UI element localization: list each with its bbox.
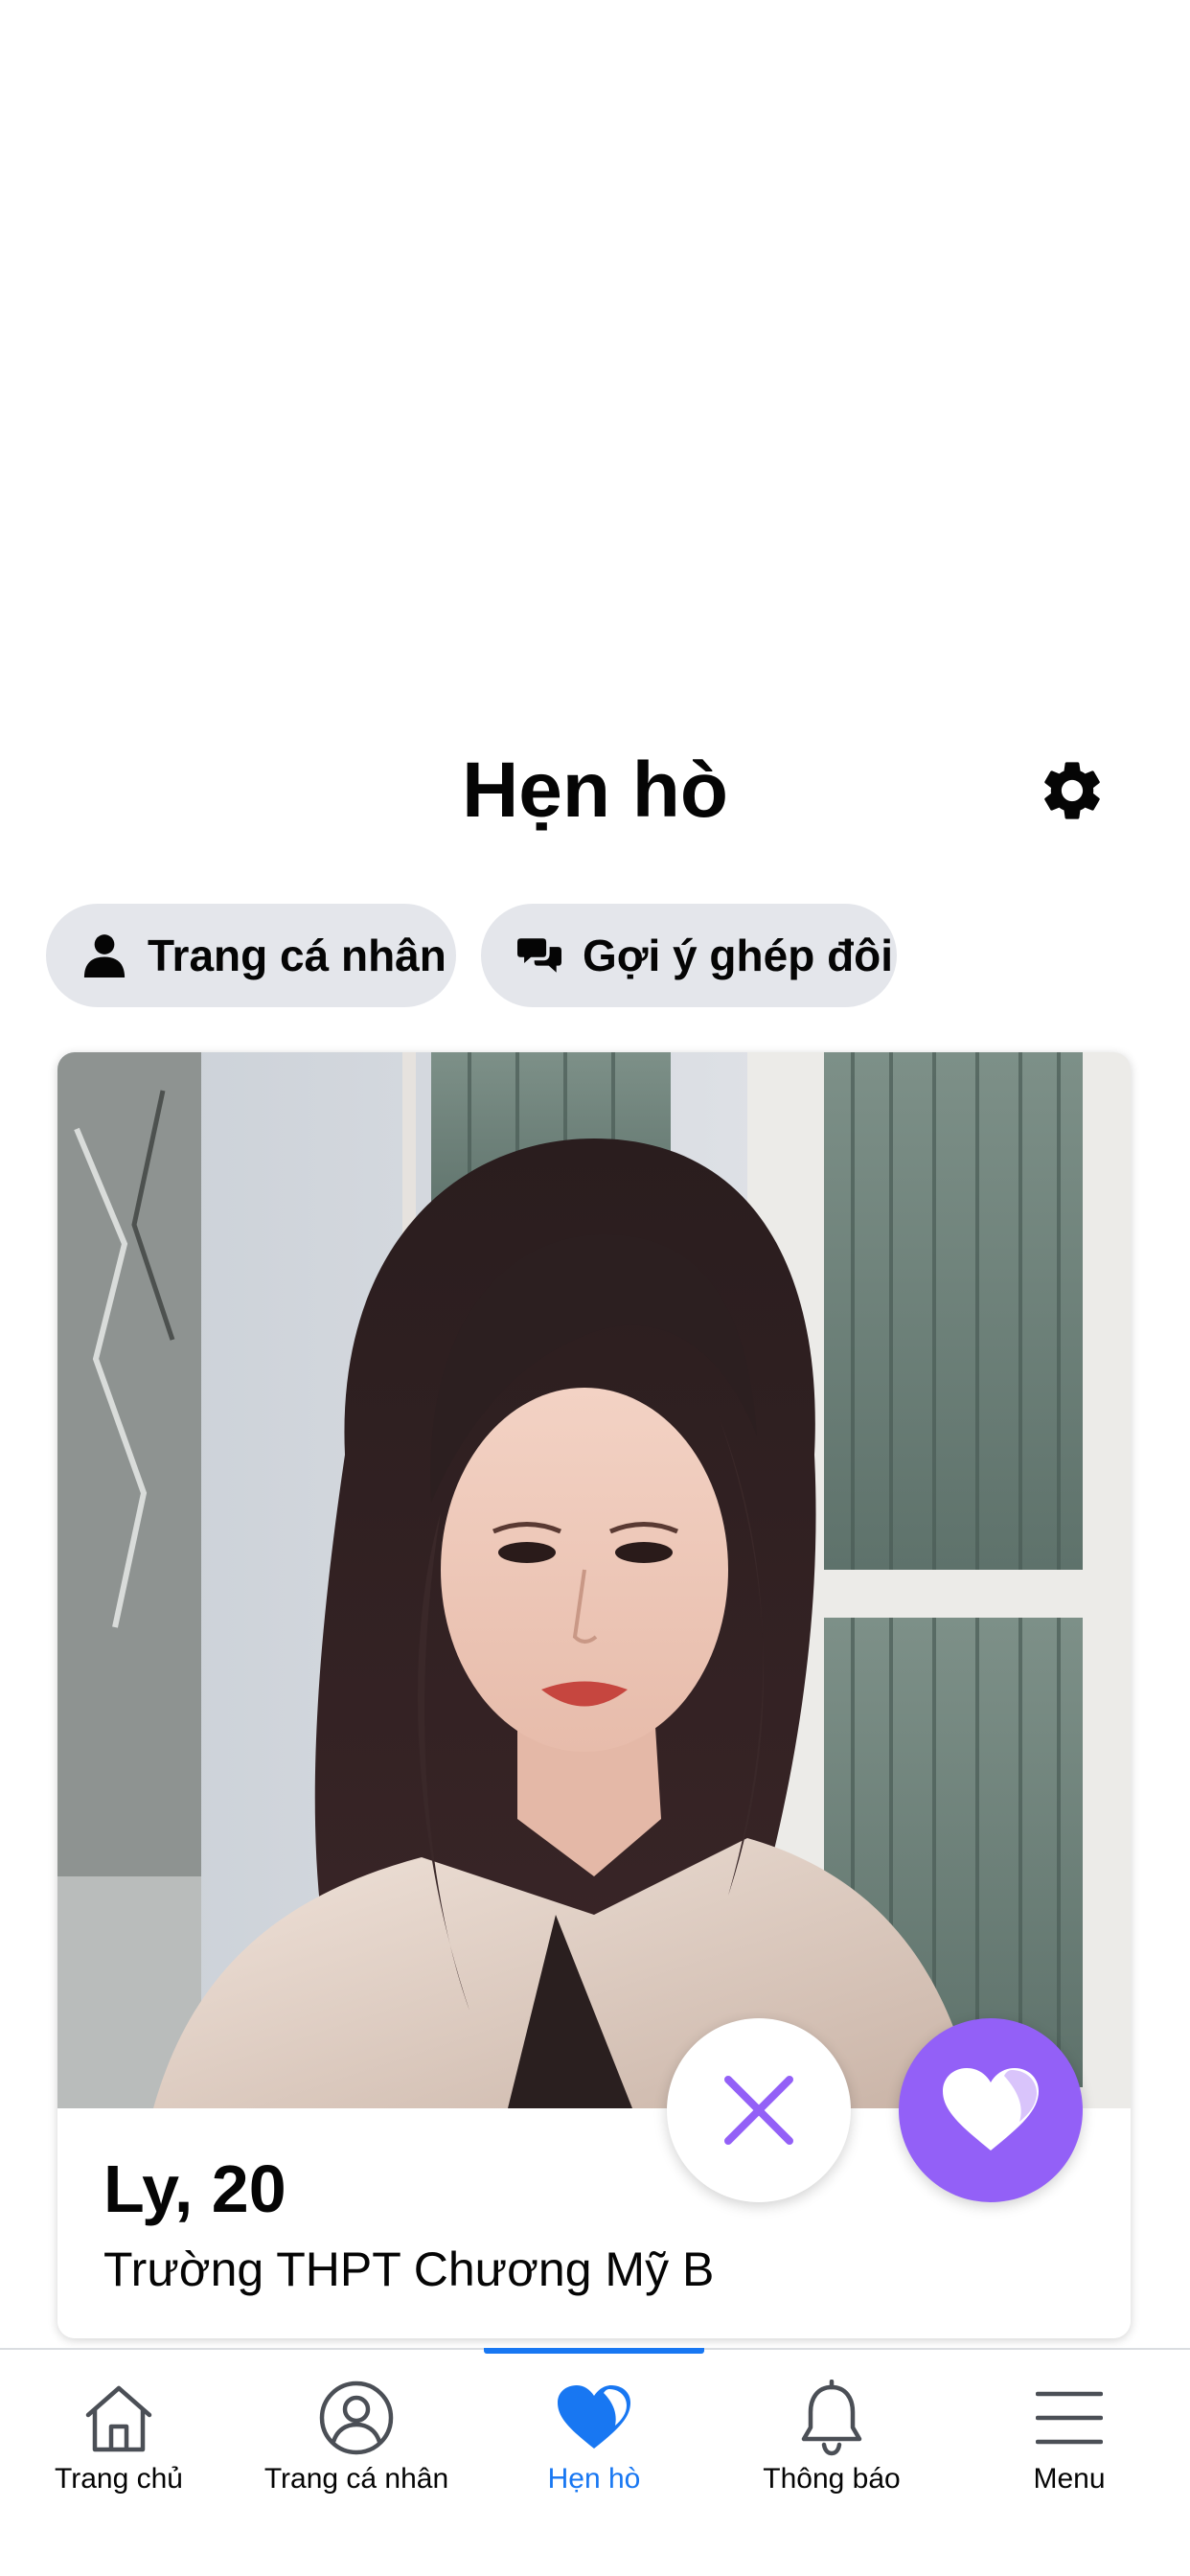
profile-pill-label: Trang cá nhân: [148, 931, 446, 980]
pass-button[interactable]: [667, 2018, 851, 2202]
home-icon: [71, 2375, 167, 2461]
dating-heart-icon: [546, 2375, 642, 2461]
person-icon: [82, 933, 126, 978]
nav-item-menu[interactable]: Menu: [950, 2350, 1188, 2542]
profile-photo: [57, 1052, 1131, 2108]
close-icon: [724, 2076, 793, 2145]
bottom-nav: Trang chủ Trang cá nhân Hẹn hò Thông báo…: [0, 2348, 1190, 2576]
nav-item-dating[interactable]: Hẹn hò: [475, 2350, 713, 2542]
nav-label-home: Trang chủ: [55, 2463, 183, 2495]
nav-item-notifications[interactable]: Thông báo: [713, 2350, 950, 2542]
profile-name-age: Ly, 20: [103, 2151, 286, 2226]
nav-label-profile: Trang cá nhân: [263, 2463, 449, 2495]
profile-icon: [309, 2375, 404, 2461]
heart-icon: [943, 2068, 1039, 2150]
matches-pill-label: Gợi ý ghép đôi: [583, 931, 894, 980]
matches-pill-button[interactable]: Gợi ý ghép đôi: [481, 904, 897, 1007]
chat-bubbles-icon: [517, 933, 561, 978]
settings-button[interactable]: [1035, 753, 1110, 828]
profile-school: Trường THPT Chương Mỹ B: [103, 2242, 715, 2296]
gear-icon: [1044, 762, 1100, 819]
profile-pill-button[interactable]: Trang cá nhân: [46, 904, 456, 1007]
nav-item-profile[interactable]: Trang cá nhân: [238, 2350, 475, 2542]
bell-icon: [784, 2375, 880, 2461]
like-button[interactable]: [899, 2018, 1083, 2202]
page-title: Hẹn hò: [462, 747, 728, 834]
menu-icon: [1021, 2375, 1117, 2461]
nav-item-home[interactable]: Trang chủ: [0, 2350, 238, 2542]
nav-label-notifications: Thông báo: [763, 2463, 901, 2495]
nav-label-dating: Hẹn hò: [547, 2463, 641, 2495]
nav-label-menu: Menu: [1033, 2463, 1106, 2495]
